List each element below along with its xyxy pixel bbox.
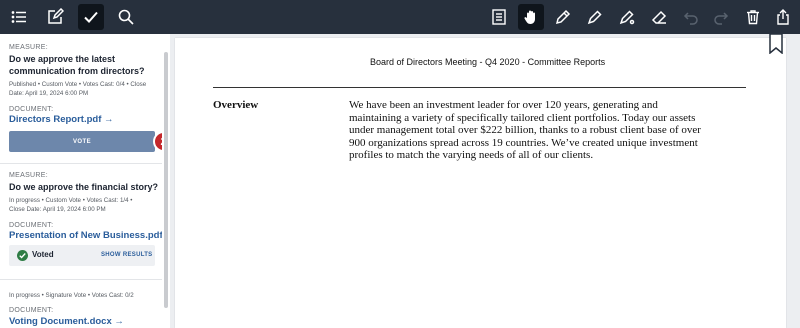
undo-icon[interactable] [678, 4, 704, 30]
trash-icon[interactable] [740, 4, 766, 30]
divider [0, 163, 162, 164]
search-icon[interactable] [113, 4, 139, 30]
highlighter-icon[interactable] [614, 4, 640, 30]
sidebar-scrollbar-thumb[interactable] [164, 52, 168, 308]
section-body: We have been an investment leader for ov… [349, 99, 701, 162]
share-icon[interactable] [770, 4, 796, 30]
bookmark-icon[interactable] [769, 34, 783, 54]
arrow-right-icon: → [114, 316, 124, 327]
document-page[interactable] [175, 38, 786, 328]
document-link[interactable]: Voting Document.docx → [9, 316, 124, 327]
notes-icon[interactable] [486, 4, 512, 30]
show-results-link[interactable]: SHOW RESULTS [101, 252, 153, 258]
marker-icon[interactable] [582, 4, 608, 30]
document-link[interactable]: Presentation of New Business.pdf → [9, 230, 175, 241]
voted-label: Voted [32, 250, 54, 259]
document-label: DOCUMENT: [9, 106, 54, 113]
section-title: Overview [213, 99, 259, 111]
header-rule [213, 87, 746, 88]
list-icon[interactable] [6, 4, 32, 30]
voted-status: Voted SHOW RESULTS [9, 245, 155, 266]
measure-label: MEASURE: [9, 44, 48, 51]
check-circle-icon [17, 250, 28, 261]
measure-meta: In progress • Signature Vote • Votes Cas… [9, 292, 134, 299]
arrow-right-icon: → [104, 114, 114, 125]
measure-meta: Published • Custom Vote • Votes Cast: 0/… [9, 81, 147, 97]
divider [0, 279, 162, 280]
document-link[interactable]: Directors Report.pdf → [9, 114, 114, 125]
redo-icon[interactable] [708, 4, 734, 30]
check-icon[interactable] [78, 4, 104, 30]
measure-meta: In progress • Custom Vote • Votes Cast: … [9, 197, 133, 213]
eraser-icon[interactable] [646, 4, 672, 30]
vote-button[interactable]: VOTE [9, 131, 155, 152]
top-toolbar [0, 0, 800, 34]
pen-icon[interactable] [550, 4, 576, 30]
measure-title: Do we approve the financial story? [9, 182, 159, 192]
edit-icon[interactable] [42, 4, 68, 30]
page-header: Board of Directors Meeting - Q4 2020 - C… [370, 57, 606, 67]
measure-label: MEASURE: [9, 172, 48, 179]
hand-icon[interactable] [518, 4, 544, 30]
measure-title: Do we approve the latest communication f… [9, 54, 145, 76]
document-label: DOCUMENT: [9, 307, 54, 314]
document-label: DOCUMENT: [9, 222, 54, 229]
